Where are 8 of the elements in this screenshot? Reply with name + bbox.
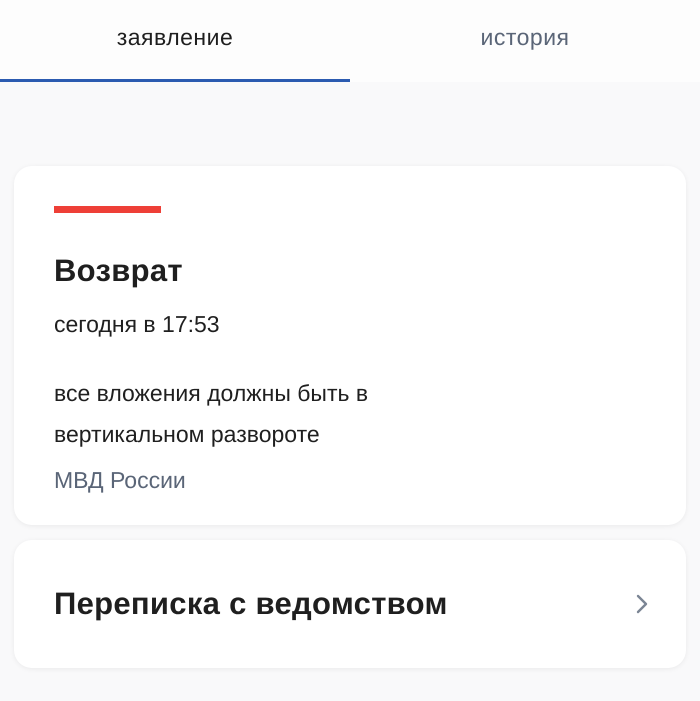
tab[interactable]: история — [350, 0, 700, 82]
comment-text: все вложения должны быть в вертикальном развороте — [54, 379, 370, 449]
agency-text: МВД России — [54, 466, 187, 495]
date-text: сегодня в 17:53 — [54, 310, 221, 339]
tab[interactable]: заявление — [0, 0, 350, 82]
chevron-right-icon — [636, 594, 648, 614]
correspondence-link[interactable]: Переписка с ведомством — [14, 540, 686, 668]
status-title: Возврат — [54, 253, 184, 289]
